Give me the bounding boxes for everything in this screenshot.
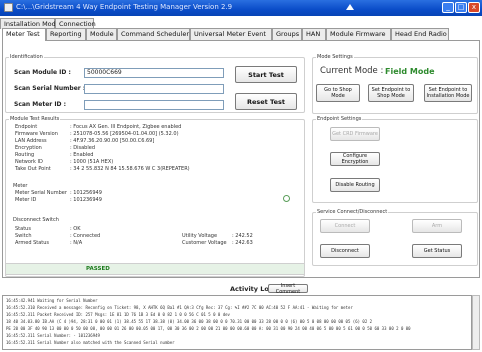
tab-module-firmware[interactable]: Module Firmware: [326, 28, 391, 40]
tab-reporting[interactable]: Reporting: [46, 28, 86, 40]
tab-module[interactable]: Module: [86, 28, 117, 40]
result-key: Take Out Point: [15, 166, 51, 172]
refresh-icon[interactable]: [283, 195, 290, 202]
scan-module-input[interactable]: 50000C669: [84, 68, 224, 78]
result-value: : 251078-05.56 [269504-01.04.00] (5.32.0…: [70, 131, 179, 137]
result-key: Network ID: [15, 159, 43, 165]
set-endpoint-shop-mode-button[interactable]: Set Endpoint to Shop Mode: [368, 84, 414, 102]
result-key: Firmware Version: [15, 131, 58, 137]
scan-module-label: Scan Module ID :: [14, 69, 71, 76]
log-line: 18 40 34.03.80 IB.AA (C 4 )94, 28:31 0 0…: [6, 319, 373, 324]
go-to-shop-mode-button[interactable]: Go to Shop Mode: [316, 84, 360, 102]
scan-serial-label: Scan Serial Number :: [14, 85, 86, 92]
configure-encryption-button[interactable]: Configure Encryption: [330, 152, 380, 166]
result-value: : 1000 (51A HEX): [70, 159, 114, 165]
arm-button[interactable]: Arm: [412, 219, 462, 233]
log-line: 16:45:52.311 Serial Number also matched …: [6, 340, 175, 345]
activity-log-header: Activity Log Insert Comment: [2, 283, 480, 295]
result-value: : Focus AX Gen. III Endpoint, Zigbee ena…: [70, 124, 182, 130]
disc-value: : N/A: [70, 240, 83, 246]
result-key: Routing: [15, 152, 35, 158]
tab-meter-test[interactable]: Meter Test: [2, 28, 46, 42]
meter-key: Meter ID: [15, 197, 37, 203]
disconnect-switch-label: Disconnect Switch: [12, 217, 60, 223]
meter-key: Meter Serial Number: [15, 190, 67, 196]
voltage-value: : 242.63: [232, 240, 253, 246]
disc-value: : OK: [70, 226, 81, 232]
current-mode-label: Current Mode :: [320, 66, 384, 76]
window-title: C:\...\Gridstream 4 Way Endpoint Testing…: [16, 3, 233, 11]
set-endpoint-installation-mode-button[interactable]: Set Endpoint to Installation Mode: [424, 84, 472, 102]
result-value: : Enabled: [70, 152, 94, 158]
tab-command-scheduler[interactable]: Command Scheduler: [117, 28, 190, 40]
meter-label: Meter: [12, 183, 29, 189]
start-test-button[interactable]: Start Test: [235, 66, 297, 83]
log-line: PE 20 00 3F 40 90 13 00 00 0 50 00 08, 0…: [6, 326, 411, 331]
disable-routing-button[interactable]: Disable Routing: [330, 178, 380, 192]
log-line: 16:45:42.941 Waiting for Serial Number: [6, 298, 98, 303]
current-mode-value: Field Mode: [385, 67, 435, 76]
meter-value: : 101236949: [70, 197, 102, 203]
test-results-label: Module Test Results: [9, 116, 61, 122]
close-button[interactable]: x: [468, 2, 480, 13]
title-bar: C:\...\Gridstream 4 Way Endpoint Testing…: [0, 0, 482, 16]
result-key: LAN Address: [15, 138, 47, 144]
test-results-group: [5, 119, 305, 277]
disc-key: Status: [15, 226, 31, 232]
maximize-button[interactable]: □: [455, 2, 467, 13]
result-value: : 4F.97.36.20.90.00 [50.00.C6.69]: [70, 138, 155, 144]
voltage-value: : 242.52: [232, 233, 253, 239]
scan-meter-label: Scan Meter ID :: [14, 101, 67, 108]
service-label: Service Connect/Disconnect: [316, 209, 389, 215]
test-status-strip: [5, 263, 305, 275]
scan-meter-input[interactable]: [84, 100, 224, 110]
tab-groups[interactable]: Groups: [272, 28, 302, 40]
log-line: 16:45:52.311 Serial Number: - 101236949: [6, 333, 100, 338]
reset-test-button[interactable]: Reset Test: [235, 93, 297, 110]
test-passed-status: PASSED: [86, 266, 110, 272]
result-value: : Disabled: [70, 145, 95, 151]
meter-value: : 101256949: [70, 190, 102, 196]
activity-log[interactable]: 16:45:42.941 Waiting for Serial Number 1…: [2, 295, 472, 350]
voltage-key: Utility Voltage: [182, 233, 218, 239]
log-line: 16:45:52.310 Received a message: Reconfi…: [6, 305, 353, 310]
log-line: 16:45:52.311 Packet Received ID: 257 Msg…: [6, 312, 230, 317]
disconnect-button[interactable]: Disconnect: [320, 244, 370, 258]
mode-settings-label: Mode Settings: [316, 54, 354, 60]
mouse-cursor-icon: [346, 4, 354, 10]
insert-comment-button[interactable]: Insert Comment: [268, 283, 308, 295]
activity-log-scrollbar[interactable]: [472, 295, 480, 350]
minimize-button[interactable]: _: [442, 2, 454, 13]
result-key: Endpoint: [15, 124, 38, 130]
identification-label: Identification: [9, 54, 44, 60]
tab-han[interactable]: HAN: [302, 28, 326, 40]
app-icon: [4, 3, 13, 12]
tab-head-end-radio[interactable]: Head End Radio: [391, 28, 449, 40]
connect-button[interactable]: Connect: [320, 219, 370, 233]
get-firmware-button[interactable]: Get CRD Firmware: [330, 127, 380, 141]
voltage-key: Customer Voltage: [182, 240, 227, 246]
tab-universal-meter-event[interactable]: Universal Meter Event: [190, 28, 272, 40]
result-value: : 34 2 55.832 N 84 15.58.676 W C 3(REPEA…: [70, 166, 190, 172]
result-key: Encryption: [15, 145, 42, 151]
disc-key: Armed Status: [15, 240, 50, 246]
endpoint-settings-label: Endpoint Settings: [316, 116, 363, 122]
get-status-button[interactable]: Get Status: [412, 244, 462, 258]
disc-key: Switch: [15, 233, 32, 239]
disc-value: : Connected: [70, 233, 101, 239]
scan-serial-input[interactable]: [84, 84, 224, 94]
